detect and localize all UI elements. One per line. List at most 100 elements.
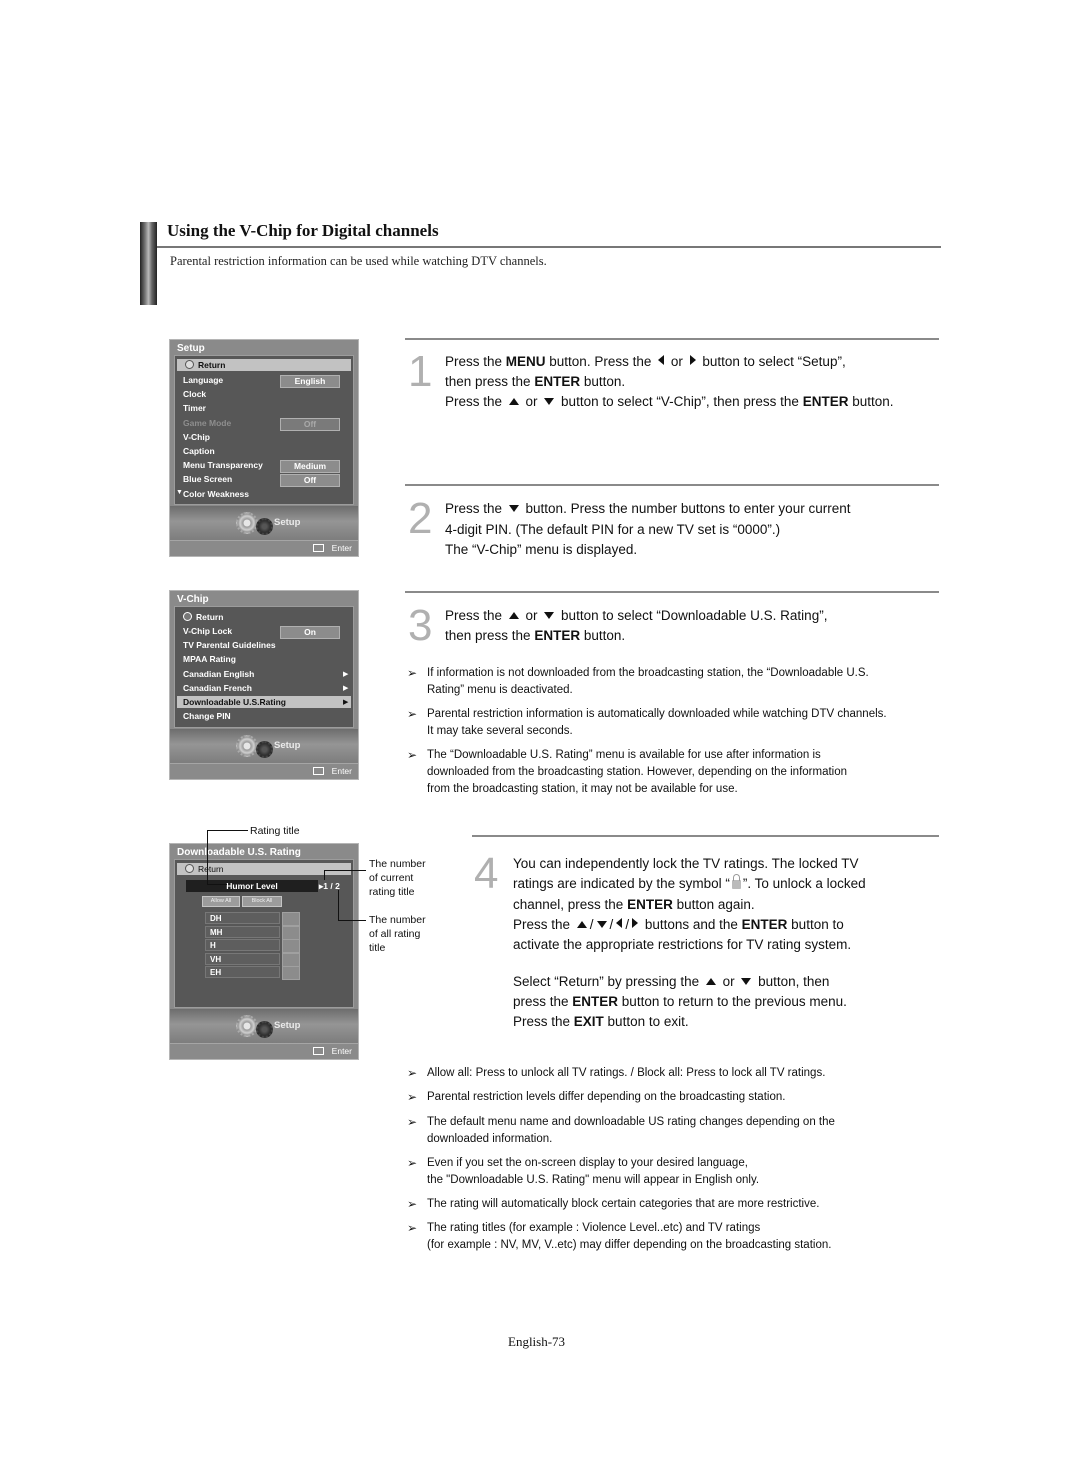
note-text: Allow all: Press to unlock all TV rating… — [427, 1067, 826, 1079]
vchip-menu-item[interactable]: Canadian English — [183, 669, 254, 679]
rating-lock-toggle[interactable] — [282, 912, 300, 926]
button-name: MENU — [505, 354, 546, 369]
vchip-menu-enter-bar: Enter — [170, 763, 358, 779]
note-text: The rating will automatically block cert… — [427, 1197, 820, 1210]
callout-line-text: of all rating — [369, 928, 421, 940]
note-arrow-icon: ➢ — [407, 1155, 418, 1170]
page-title: Using the V-Chip for Digital channels — [167, 221, 439, 240]
setup-menu-item[interactable]: Clock — [183, 389, 206, 399]
text-run: then press the — [445, 628, 535, 643]
text-run: button. — [848, 394, 894, 409]
rating-lock-toggle[interactable] — [282, 966, 300, 980]
note-arrow-icon: ➢ — [407, 707, 418, 722]
enter-label: Enter — [331, 543, 352, 553]
callout-line — [324, 870, 366, 871]
text-run: Select “Return” by pressing the — [513, 973, 703, 989]
setup-menu-return[interactable]: Return — [177, 359, 351, 371]
note-item: ➢ Parental restriction information is aut… — [407, 706, 887, 740]
text-run: activate the appropriate restrictions fo… — [513, 937, 852, 953]
text-run: button. Press the — [545, 354, 656, 369]
step-instruction-line: Select “Return” by pressing the or butto… — [513, 974, 829, 989]
setup-menu-item[interactable]: Language — [183, 375, 223, 385]
step-instruction-line: You can independently lock the TV rating… — [513, 856, 858, 871]
rating-title-count: ▸1 / 2 — [319, 881, 340, 891]
note-item: ➢ The rating titles (for example : Violen… — [407, 1220, 831, 1254]
vchip-menu-item[interactable]: Canadian French — [183, 683, 252, 693]
text-run: button to select “Setup”, — [698, 354, 846, 369]
step-instruction-line: Press the or button to select “Downloada… — [445, 608, 827, 623]
step-instruction-line: Press the / / / buttons and the ENTER butt… — [513, 917, 844, 932]
note-item: ➢ The “Downloadable U.S. Rating” menu is … — [407, 747, 847, 798]
section-side-bar — [140, 222, 157, 305]
rating-title-bar[interactable]: Humor Level — [186, 880, 318, 892]
rating-menu-footer: Setup — [170, 1009, 358, 1043]
text-run: press the — [513, 993, 573, 1009]
callout-line — [207, 830, 248, 831]
button-name: ENTER — [534, 374, 581, 389]
chevron-right-icon: ▶ — [343, 684, 349, 692]
gear-icon — [236, 1015, 258, 1037]
rating-menu: Downloadable U.S. Rating Return Humor Le… — [169, 843, 359, 1060]
text-run: Press the — [445, 608, 506, 623]
step-instruction-line: The “V-Chip” menu is displayed. — [445, 542, 637, 557]
text-run: button to select “V-Chip”, then press th… — [557, 394, 803, 409]
rating-row[interactable]: MH — [205, 925, 280, 938]
return-icon — [185, 360, 194, 369]
text-run: ratings are indicated by the symbol “ — [513, 876, 730, 892]
text-run: / — [589, 916, 594, 932]
vchip-menu-item[interactable]: V-Chip Lock — [183, 626, 232, 636]
button-name: ENTER — [802, 394, 849, 409]
vchip-menu: V-Chip Return V-Chip Lock On TV Parental G… — [169, 590, 359, 780]
setup-menu-item-label: Clock — [183, 389, 207, 400]
setup-menu-item[interactable]: Menu Transparency — [183, 460, 263, 470]
callout-line-text: title — [369, 942, 386, 954]
rating-menu-enter-bar: Enter — [170, 1043, 358, 1059]
step-divider — [405, 484, 939, 486]
setup-menu-item-label: Menu Transparency — [183, 460, 263, 471]
arrow-down-icon — [544, 612, 555, 619]
text-run: button to — [787, 916, 844, 932]
note-arrow-icon: ➢ — [407, 666, 418, 680]
vchip-menu-item[interactable]: TV Parental Guidelines — [183, 640, 276, 650]
rating-lock-toggle[interactable] — [282, 952, 300, 967]
text-run: buttons and the — [641, 916, 742, 932]
vchip-menu-return[interactable]: Return — [183, 612, 223, 622]
text-run: Press the — [445, 354, 506, 369]
allow-all-button[interactable]: Allow All — [202, 896, 240, 907]
setup-menu-item[interactable]: Caption — [183, 446, 215, 456]
text-run: or — [521, 394, 542, 409]
text-run: The “V-Chip” menu is displayed. — [445, 542, 638, 557]
step-divider — [405, 338, 939, 340]
text-run: channel, press the — [513, 896, 628, 912]
setup-menu-item-value: Off — [280, 417, 340, 431]
text-run: button, then — [754, 973, 830, 989]
setup-menu: Setup Return Language English Clock Timer Ga… — [169, 339, 359, 557]
enter-label: Enter — [331, 1046, 352, 1056]
vchip-menu-item[interactable]: MPAA Rating — [183, 654, 236, 664]
callout-line — [207, 884, 227, 885]
arrow-right-icon — [689, 355, 696, 365]
setup-menu-item[interactable]: Game Mode — [183, 418, 231, 428]
rating-row[interactable]: EH — [205, 966, 280, 978]
vchip-menu-item[interactable]: Downloadable U.S.Rating — [183, 697, 286, 707]
rating-lock-toggle[interactable] — [282, 925, 300, 940]
step-instruction-line: Press the MENU button. Press the or butt… — [445, 354, 846, 369]
setup-menu-item-label: V-Chip — [183, 431, 210, 442]
setup-menu-item[interactable]: Timer — [183, 403, 206, 413]
callout-current-number: The number of current rating title — [369, 857, 426, 899]
setup-menu-item[interactable]: V-Chip — [183, 432, 210, 442]
button-name: ENTER — [627, 896, 673, 912]
rating-row[interactable]: VH — [205, 952, 280, 965]
rating-row[interactable]: H — [205, 939, 280, 951]
arrow-down-icon — [544, 398, 555, 405]
gear-icon — [256, 741, 273, 758]
rating-row[interactable]: DH — [205, 912, 280, 924]
callout-line-text: The number — [369, 914, 426, 926]
vchip-menu-item[interactable]: Change PIN — [183, 711, 231, 721]
block-all-button[interactable]: Block All — [242, 896, 282, 907]
rating-lock-toggle[interactable] — [282, 939, 300, 953]
setup-menu-item[interactable]: ▼ Color Weakness — [176, 489, 249, 499]
setup-menu-item[interactable]: Blue Screen — [183, 474, 232, 484]
arrow-up-icon — [705, 977, 716, 985]
note-item: ➢ Parental restriction levels differ depe… — [407, 1089, 785, 1106]
